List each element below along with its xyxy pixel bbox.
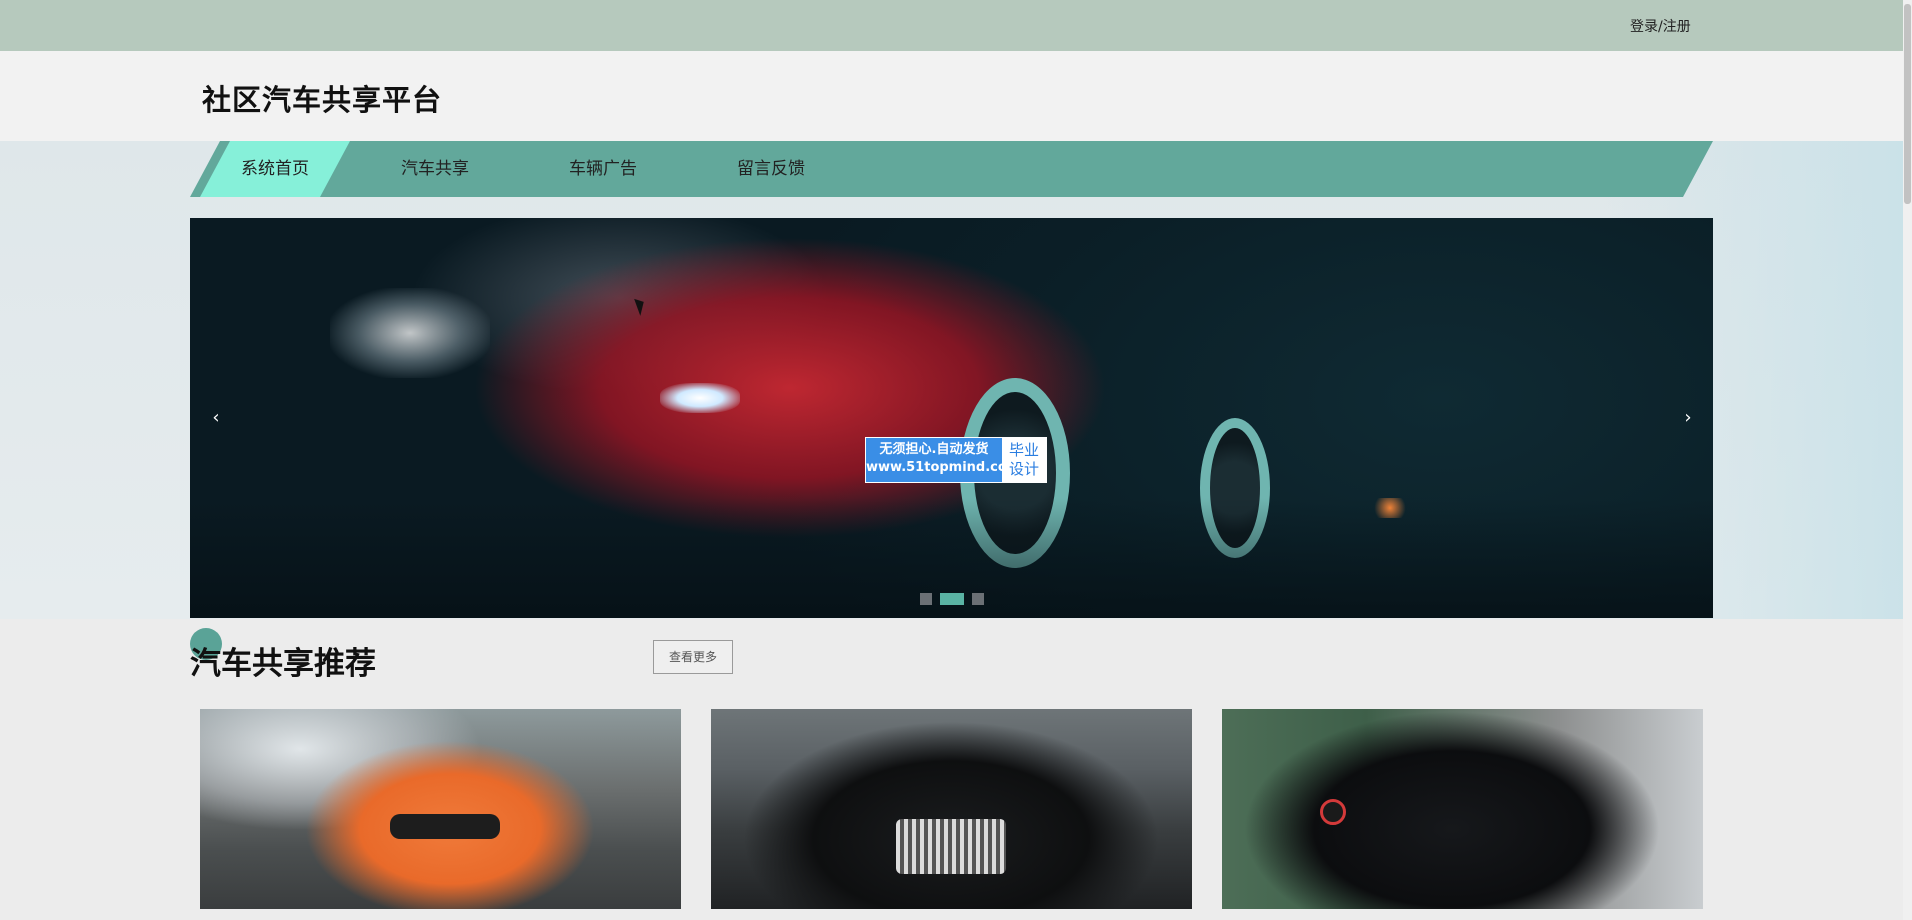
carousel-indicators [920, 593, 984, 605]
carousel-prev-arrow-icon[interactable]: ‹ [204, 398, 228, 438]
car-headlight-glow [330, 288, 490, 378]
watermark-right-line2: 设计 [1008, 460, 1039, 478]
carousel-dot-1[interactable] [920, 593, 932, 605]
view-more-button[interactable]: 查看更多 [653, 640, 733, 674]
site-title: 社区汽车共享平台 [202, 83, 443, 117]
car-card-3[interactable] [1222, 709, 1703, 920]
nav-item-car-sharing[interactable]: 汽车共享 [360, 141, 510, 197]
main-nav: 系统首页 汽车共享 车辆广告 留言反馈 [190, 141, 1713, 197]
car-grille [390, 814, 500, 839]
login-register-link[interactable]: 登录/注册 [1630, 16, 1691, 36]
car-emblem [1320, 799, 1346, 825]
carousel-dot-2[interactable] [940, 593, 964, 605]
nav-item-feedback[interactable]: 留言反馈 [696, 141, 846, 197]
hero-carousel[interactable]: ‹ › 无须担心.自动发货 www.51topmind.com 毕业 设计 [190, 218, 1713, 618]
car-card-2[interactable] [711, 709, 1192, 920]
scrollbar-thumb[interactable] [1904, 4, 1911, 204]
site-header: 社区汽车共享平台 [0, 51, 1903, 141]
car-card-1[interactable] [200, 709, 681, 920]
page: 登录/注册 社区汽车共享平台 系统首页 汽车共享 车辆广告 留言反馈 ‹ › 无… [0, 0, 1912, 920]
watermark-left: 无须担心.自动发货 www.51topmind.com [866, 438, 1021, 482]
watermark-right: 毕业 设计 [1002, 438, 1046, 482]
car-front-light [660, 383, 740, 413]
nav-item-home[interactable]: 系统首页 [200, 141, 350, 197]
car-image-black-van[interactable] [711, 709, 1192, 909]
carousel-next-arrow-icon[interactable]: › [1676, 398, 1700, 438]
watermark-badge: 无须担心.自动发货 www.51topmind.com 毕业 设计 [865, 437, 1047, 483]
section-title: 汽车共享推荐 [190, 646, 376, 682]
car-image-black-suv[interactable] [1222, 709, 1703, 909]
nav-item-vehicle-ads[interactable]: 车辆广告 [528, 141, 678, 197]
top-bar: 登录/注册 [0, 0, 1903, 51]
car-grille [896, 819, 1006, 874]
watermark-right-line1: 毕业 [1008, 441, 1039, 459]
carousel-dot-3[interactable] [972, 593, 984, 605]
watermark-line2: www.51topmind.com [866, 460, 1021, 475]
watermark-line1: 无须担心.自动发货 [879, 442, 989, 457]
page-scrollbar[interactable] [1903, 0, 1912, 920]
car-image-orange-sedan[interactable] [200, 709, 681, 909]
